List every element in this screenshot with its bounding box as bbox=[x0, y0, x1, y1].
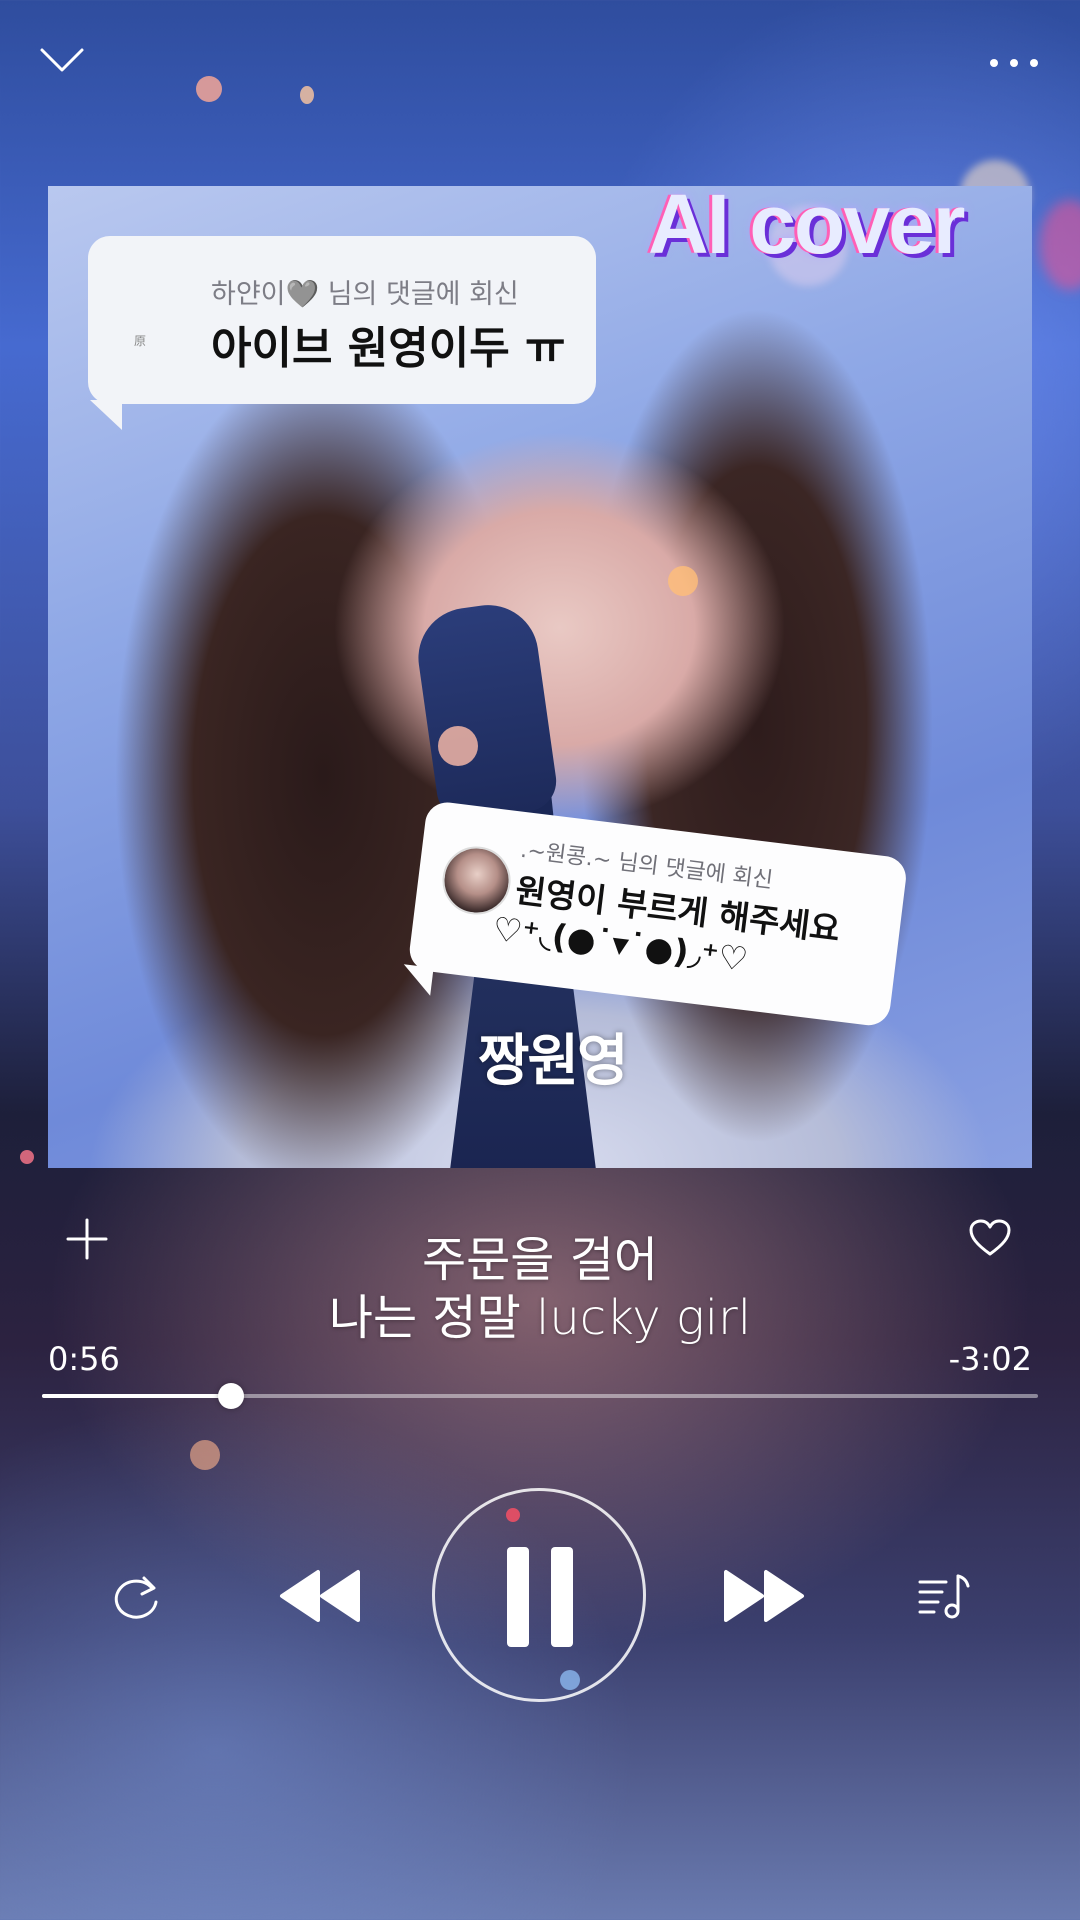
pause-icon-bar bbox=[551, 1547, 573, 1647]
lyric-line-next: 나는 정말 lucky girl bbox=[328, 1290, 752, 1346]
commenter-avatar: 原 bbox=[134, 334, 147, 348]
progress-bar[interactable] bbox=[42, 1383, 1038, 1409]
fast-forward-icon[interactable] bbox=[720, 1566, 808, 1626]
bokeh-light bbox=[300, 86, 314, 104]
bokeh-light bbox=[20, 1150, 34, 1164]
comment-text: 아이브 원영이두 ㅠ bbox=[211, 323, 566, 374]
progress-fill bbox=[42, 1394, 232, 1398]
pause-icon-bar bbox=[507, 1547, 529, 1647]
comment-bubble: 原 하얀이🩶 님의 댓글에 회신 아이브 원영이두 ㅠ bbox=[88, 236, 596, 404]
more-icon[interactable] bbox=[984, 48, 1044, 78]
pause-button[interactable] bbox=[432, 1488, 646, 1702]
repeat-icon[interactable] bbox=[104, 1568, 168, 1624]
artwork-watermark: 짱원영 bbox=[478, 1029, 629, 1094]
rewind-icon[interactable] bbox=[276, 1566, 364, 1626]
elapsed-time: 0:56 bbox=[48, 1340, 120, 1378]
chevron-down-icon[interactable] bbox=[36, 40, 88, 80]
remaining-time: -3:02 bbox=[948, 1340, 1032, 1378]
bokeh-light bbox=[190, 1440, 220, 1470]
bokeh-light bbox=[668, 566, 698, 596]
bokeh-light bbox=[1040, 200, 1080, 290]
playlist-icon[interactable] bbox=[916, 1568, 972, 1624]
commenter-avatar bbox=[438, 842, 515, 919]
microphone bbox=[411, 598, 561, 824]
ai-cover-title: AI cover bbox=[648, 186, 965, 271]
progress-thumb[interactable] bbox=[218, 1383, 245, 1409]
bokeh-light bbox=[196, 76, 222, 102]
comment-reply-label: 하얀이🩶 님의 댓글에 회신 bbox=[211, 279, 519, 310]
